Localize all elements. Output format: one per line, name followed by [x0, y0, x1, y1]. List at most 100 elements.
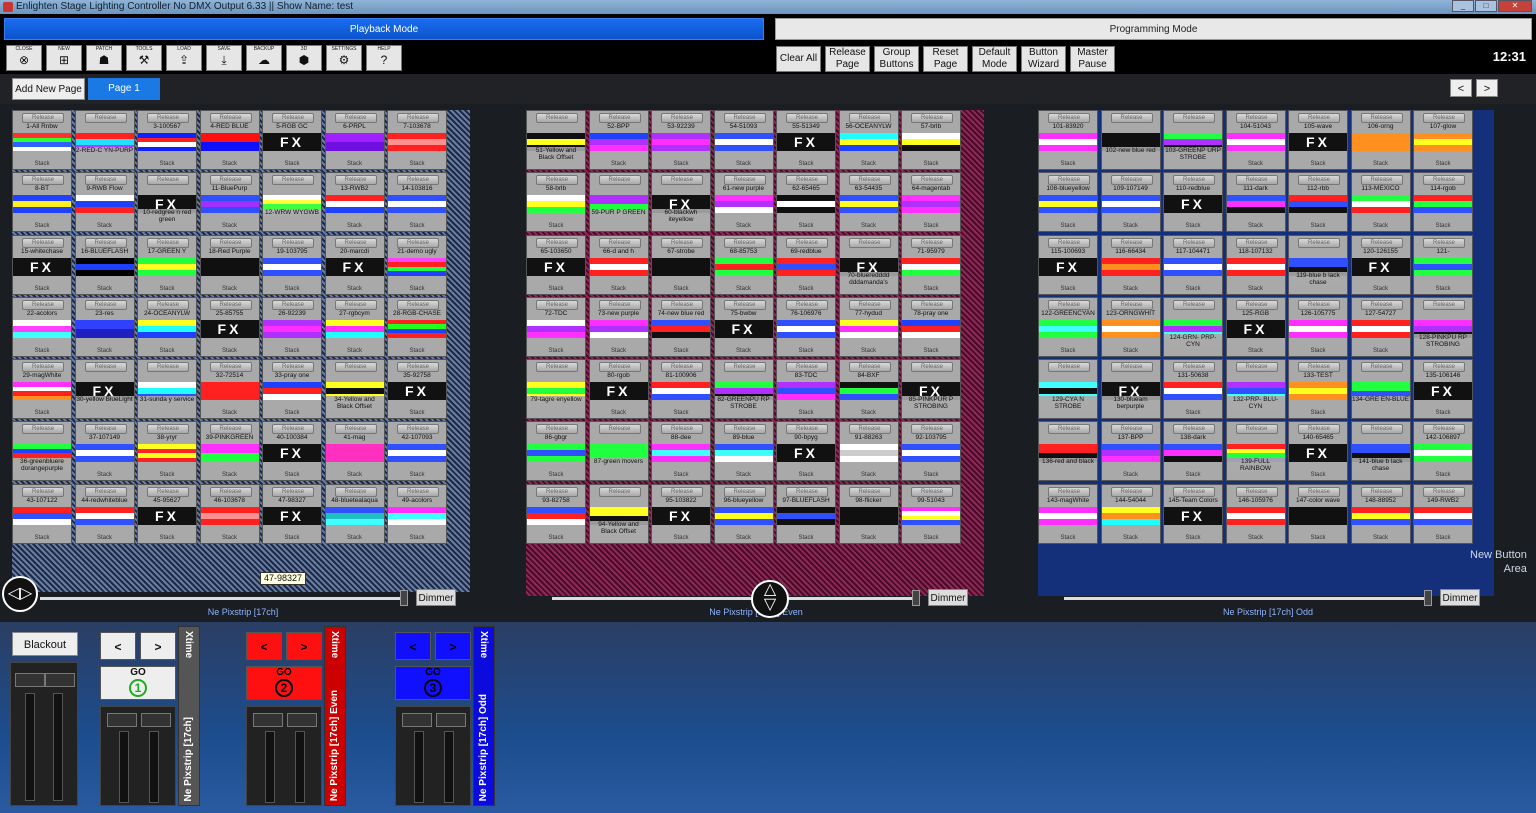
- cue-button[interactable]: Release FX 85-PINKPUR P STROBING: [901, 359, 961, 420]
- cue-button[interactable]: Release 123-ORNGWHIT Stack: [1100, 296, 1161, 357]
- cue-button[interactable]: Release 91-88263 Stack: [838, 421, 899, 482]
- cue-button[interactable]: Release 101-83920 Stack: [1038, 110, 1098, 170]
- release-button[interactable]: Release: [397, 237, 439, 248]
- cue-button[interactable]: Release 139-FULL RAINBOW: [1225, 421, 1286, 482]
- release-button[interactable]: Release: [147, 113, 189, 123]
- cue-button[interactable]: Release 108-blueyellow Stack: [1038, 172, 1098, 233]
- cue-button[interactable]: Release FX 140-65465 Stack: [1288, 421, 1348, 482]
- cue-button[interactable]: Release 56-OCEANYLW Stack: [838, 110, 899, 170]
- blackout-button[interactable]: Blackout: [12, 632, 78, 656]
- cue-button[interactable]: Release 46-103678 Stack: [199, 483, 260, 544]
- next-page-button[interactable]: >: [1476, 79, 1498, 97]
- release-button[interactable]: Release: [723, 424, 766, 435]
- grid-slider[interactable]: [552, 589, 924, 607]
- release-button[interactable]: Release: [84, 299, 127, 310]
- release-button[interactable]: Release: [1298, 424, 1340, 435]
- cue-button[interactable]: Release 53-92239 Stack: [651, 110, 711, 170]
- release-button[interactable]: Release: [334, 113, 377, 123]
- cue-button[interactable]: Release 144-54044 Stack: [1100, 483, 1161, 544]
- release-button[interactable]: Release: [598, 113, 641, 123]
- cue-button[interactable]: Release 37-107149 Stack: [74, 421, 135, 482]
- release-button[interactable]: Release: [1110, 486, 1153, 497]
- cue-button[interactable]: Release FX 70-blueredddd dddamanda's: [838, 234, 899, 295]
- add-new-page-button[interactable]: Add New Page: [12, 78, 85, 100]
- cue-button[interactable]: Release FX 75-bwbw Stack: [713, 296, 774, 357]
- cue-button[interactable]: Release 32-72514 Stack: [199, 359, 260, 420]
- release-button[interactable]: Release: [334, 486, 377, 497]
- grid-slider[interactable]: [40, 589, 412, 607]
- cue-button[interactable]: Release 128-PINKPU RP STROBING: [1413, 296, 1473, 357]
- resize-horizontal-handle[interactable]: ◁▷: [2, 576, 38, 612]
- cue-button[interactable]: Release 146-105976 Stack: [1225, 483, 1286, 544]
- release-button[interactable]: Release: [598, 486, 641, 497]
- release-button[interactable]: Release: [661, 424, 703, 435]
- release-button[interactable]: Release: [209, 237, 252, 248]
- release-button[interactable]: Release: [1298, 175, 1340, 186]
- cue-button[interactable]: Release 14-103816 Stack: [387, 172, 447, 233]
- cue-button[interactable]: Release 68-85753 Stack: [713, 234, 774, 295]
- cue-button[interactable]: Release 22-acolors Stack: [12, 296, 72, 357]
- release-button[interactable]: Release: [397, 424, 439, 435]
- cue-button[interactable]: Release 73-new purple Stack: [588, 296, 649, 357]
- group-buttons-button[interactable]: Group Buttons: [874, 46, 919, 72]
- cue-button[interactable]: Release 117-104471 Stack: [1163, 234, 1223, 295]
- release-button[interactable]: Release: [1360, 486, 1403, 497]
- playback-mode-button[interactable]: Playback Mode: [4, 18, 764, 40]
- playback-3-go-button[interactable]: GO 3: [395, 666, 471, 700]
- cue-button[interactable]: Release 142-106897 Stack: [1413, 421, 1473, 482]
- cue-button[interactable]: Release 112-rbb Stack: [1288, 172, 1348, 233]
- release-button[interactable]: Release: [536, 299, 578, 310]
- cue-button[interactable]: Release 116-66434 Stack: [1100, 234, 1161, 295]
- cue-button[interactable]: Release 21-demo ugly Stack: [387, 234, 447, 295]
- cue-button[interactable]: Release 114-rgob Stack: [1413, 172, 1473, 233]
- cue-button[interactable]: Release 141-blue b lack chase: [1350, 421, 1411, 482]
- release-button[interactable]: Release: [334, 237, 377, 248]
- playback-2-fader[interactable]: [246, 706, 322, 806]
- playback-2-go-button[interactable]: GO 2: [246, 666, 322, 700]
- cue-button[interactable]: Release 98-flicker Stack: [838, 483, 899, 544]
- release-button[interactable]: Release: [22, 113, 64, 123]
- cue-button[interactable]: Release 54-51093 Stack: [713, 110, 774, 170]
- dimmer-button[interactable]: Dimmer: [1440, 589, 1480, 606]
- cue-button[interactable]: Release 147-color wave Stack: [1288, 483, 1348, 544]
- cue-button[interactable]: Release FX 40-100384 Stack: [262, 421, 322, 482]
- cue-button[interactable]: Release 29-magWhite Stack: [12, 359, 72, 420]
- cue-button[interactable]: Release 102-new blue red: [1100, 110, 1161, 170]
- cue-button[interactable]: Release 83-TDC Stack: [776, 359, 836, 420]
- cue-button[interactable]: Release FX 60-blackwh iteyellow: [651, 172, 711, 233]
- cue-button[interactable]: Release 74-new blue red Stack: [651, 296, 711, 357]
- release-button[interactable]: Release: [786, 175, 828, 186]
- release-button[interactable]: Release: [1360, 113, 1403, 123]
- slider-thumb[interactable]: [912, 590, 920, 606]
- cue-button[interactable]: Release FX 35-92758 Stack: [387, 359, 447, 420]
- release-button[interactable]: Release: [209, 486, 252, 497]
- cue-button[interactable]: Release FX 80-rgob Stack: [588, 359, 649, 420]
- release-button[interactable]: Release: [209, 362, 252, 373]
- release-button[interactable]: Release: [1048, 237, 1090, 248]
- release-button[interactable]: Release: [397, 299, 439, 310]
- release-button[interactable]: Release: [1235, 486, 1278, 497]
- xtime-label[interactable]: Xtime: [329, 631, 340, 658]
- release-button[interactable]: Release: [911, 424, 953, 435]
- release-button[interactable]: Release: [661, 486, 703, 497]
- release-button[interactable]: Release: [848, 486, 891, 497]
- release-button[interactable]: Release: [84, 237, 127, 248]
- release-button[interactable]: Release: [723, 362, 766, 373]
- release-button[interactable]: Release: [1110, 113, 1153, 123]
- cue-button[interactable]: Release 43-107122 Stack: [12, 483, 72, 544]
- release-button[interactable]: Release: [334, 362, 377, 373]
- fader-cap[interactable]: [402, 713, 432, 727]
- release-button[interactable]: Release: [598, 424, 641, 435]
- release-button[interactable]: Release: [1173, 424, 1215, 435]
- release-button[interactable]: Release: [1173, 486, 1215, 497]
- cue-button[interactable]: Release 64-magentab Stack: [901, 172, 961, 233]
- release-button[interactable]: Release: [1360, 237, 1403, 248]
- cue-button[interactable]: Release 31-sunda y service: [137, 359, 197, 420]
- playback-1-next-button[interactable]: >: [140, 632, 176, 660]
- cue-button[interactable]: Release 4-RED BLUE Stack: [199, 110, 260, 170]
- playback-1-fader[interactable]: [100, 706, 176, 806]
- cue-button[interactable]: Release 26-92239 Stack: [262, 296, 322, 357]
- release-button[interactable]: Release: [22, 424, 64, 435]
- cue-button[interactable]: Release 103-GREENP URP STROBE: [1163, 110, 1223, 170]
- release-button[interactable]: Release: [911, 486, 953, 497]
